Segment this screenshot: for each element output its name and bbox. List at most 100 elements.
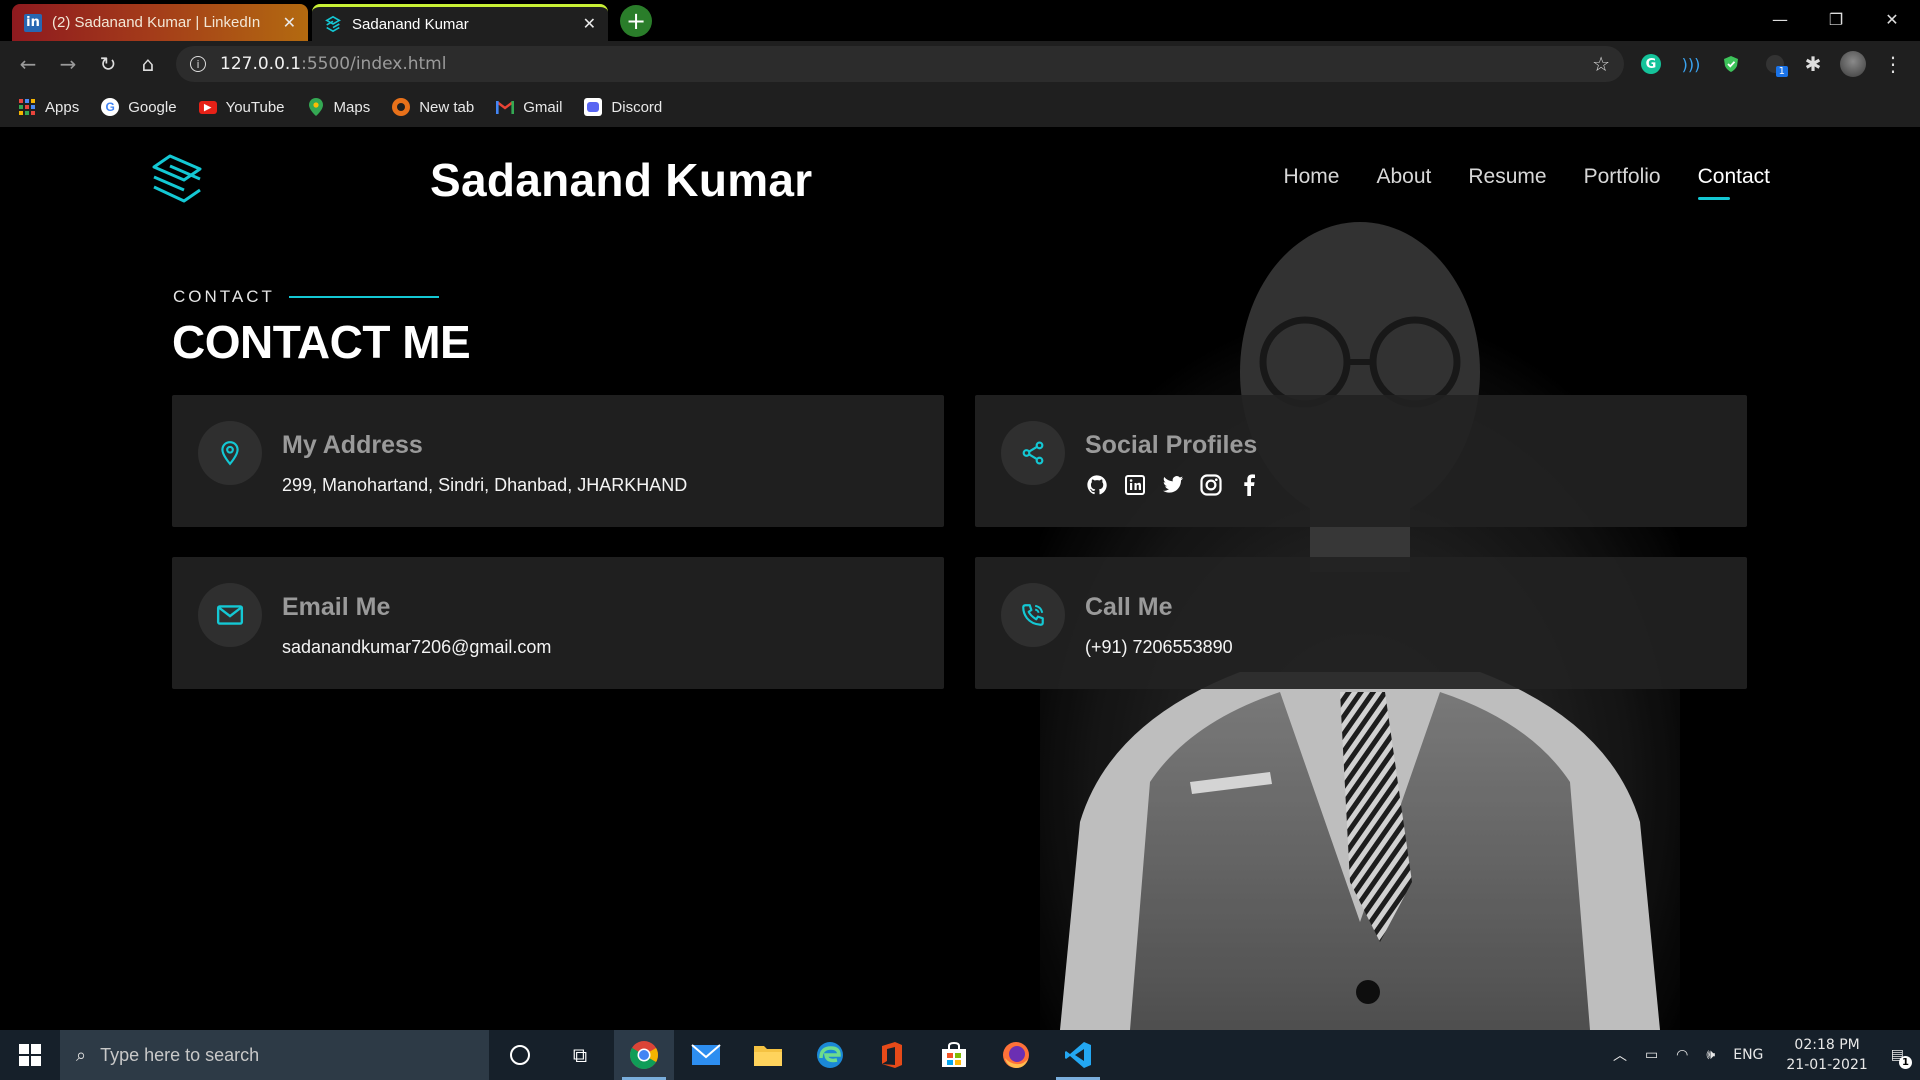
bookmark-label: YouTube	[225, 98, 285, 116]
clock[interactable]: 02:18 PM 21-01-2021	[1786, 1035, 1867, 1075]
main-nav: Home About Resume Portfolio Contact	[1283, 165, 1770, 200]
puzzle-icon[interactable]: ✱	[1800, 51, 1826, 77]
task-view-icon[interactable]: ⧉	[550, 1030, 610, 1080]
close-icon[interactable]: ✕	[283, 13, 296, 33]
menu-dots-icon[interactable]: ⋮	[1880, 51, 1906, 77]
volume-icon[interactable]: 🕪	[1706, 1047, 1715, 1063]
share-icon	[1022, 441, 1044, 465]
home-icon[interactable]: ⌂	[134, 50, 162, 78]
google-icon: G	[101, 98, 120, 116]
info-icon[interactable]: i	[190, 56, 206, 72]
email-text[interactable]: sadanandkumar7206@gmail.com	[282, 637, 551, 658]
chevron-up-icon[interactable]: ︿	[1613, 1045, 1627, 1065]
nav-portfolio[interactable]: Portfolio	[1584, 165, 1661, 189]
envelope-icon	[216, 605, 244, 625]
section-subtitle-text: CONTACT	[173, 287, 275, 306]
bookmark-new-tab[interactable]: New tab	[392, 98, 474, 116]
edge-icon[interactable]	[800, 1030, 860, 1080]
address-bar[interactable]: i 127.0.0.1:5500/index.html ☆	[176, 46, 1624, 82]
bookmark-apps[interactable]: Apps	[18, 98, 79, 116]
restore-icon[interactable]: ❐	[1808, 0, 1864, 38]
maps-icon	[307, 98, 325, 116]
cortana-icon[interactable]	[490, 1030, 550, 1080]
notification-icon[interactable]: ▤ 1	[1891, 1047, 1912, 1069]
extension-badge-icon[interactable]: 1	[1762, 51, 1788, 77]
windows-taskbar: ⌕ Type here to search ⧉ ︿ ▭ ◠ 🕪 ENG 02:1…	[0, 1030, 1920, 1080]
nav-home[interactable]: Home	[1283, 165, 1339, 189]
bookmark-google[interactable]: G Google	[101, 98, 177, 116]
search-icon: ⌕	[76, 1044, 87, 1066]
site-header: Sadanand Kumar Home About Resume Portfol…	[0, 127, 1920, 237]
bookmark-maps[interactable]: Maps	[307, 98, 371, 116]
tab-title: (2) Sadanand Kumar | LinkedIn	[52, 14, 261, 31]
wifi-icon[interactable]: ◠	[1676, 1047, 1688, 1063]
bookmark-label: Maps	[333, 98, 371, 116]
taskbar-search[interactable]: ⌕ Type here to search	[60, 1030, 489, 1080]
apps-grid-icon	[18, 98, 36, 116]
email-card: Email Me sadanandkumar7206@gmail.com	[172, 557, 944, 689]
file-explorer-icon[interactable]	[738, 1030, 798, 1080]
profile-avatar[interactable]	[1840, 51, 1866, 77]
minimize-icon[interactable]: —	[1752, 0, 1808, 38]
clock-date: 21-01-2021	[1786, 1057, 1868, 1073]
shield-icon[interactable]	[1718, 51, 1744, 77]
url-host: 127.0.0.1	[220, 54, 302, 74]
vscode-icon[interactable]	[1048, 1030, 1108, 1080]
forward-arrow-icon[interactable]: →	[54, 50, 82, 78]
card-title: My Address	[282, 431, 423, 459]
linkedin-icon: in	[24, 13, 42, 32]
tab-portfolio[interactable]: Sadanand Kumar ✕	[312, 4, 608, 41]
close-icon[interactable]: ✕	[583, 14, 596, 34]
phone-icon	[1022, 604, 1044, 626]
mail-icon[interactable]	[676, 1030, 736, 1080]
audio-extension-icon[interactable]: )))	[1678, 51, 1704, 77]
location-pin-icon	[221, 441, 239, 466]
card-title: Call Me	[1085, 593, 1173, 621]
new-tab-button[interactable]: +	[620, 5, 652, 37]
reload-icon[interactable]: ↻	[94, 50, 122, 78]
card-title: Email Me	[282, 593, 391, 621]
bookmark-youtube[interactable]: ▶ YouTube	[198, 98, 285, 116]
new-tab-icon	[392, 98, 411, 116]
firefox-icon[interactable]	[986, 1030, 1046, 1080]
back-arrow-icon[interactable]: ←	[14, 50, 42, 78]
linkedin-icon[interactable]	[1123, 473, 1147, 497]
bookmark-label: Gmail	[523, 98, 563, 116]
facebook-icon[interactable]	[1237, 473, 1261, 497]
instagram-icon[interactable]	[1199, 473, 1223, 497]
chrome-icon[interactable]	[614, 1030, 674, 1080]
site-logo-icon	[324, 15, 342, 33]
notification-count: 1	[1899, 1056, 1912, 1069]
portfolio-page: Sadanand Kumar Home About Resume Portfol…	[0, 127, 1920, 1030]
nav-contact[interactable]: Contact	[1697, 165, 1770, 200]
search-placeholder: Type here to search	[100, 1044, 260, 1065]
bookmark-label: Apps	[45, 98, 80, 116]
clock-time: 02:18 PM	[1794, 1037, 1860, 1053]
language-indicator[interactable]: ENG	[1733, 1047, 1763, 1063]
phone-text[interactable]: (+91) 7206553890	[1085, 637, 1233, 658]
close-window-icon[interactable]: ✕	[1864, 0, 1920, 38]
star-icon[interactable]: ☆	[1592, 52, 1610, 76]
address-text: 299, Manohartand, Sindri, Dhanbad, JHARK…	[282, 475, 688, 495]
bookmarks-bar: Apps G Google ▶ YouTube Maps New tab Gma…	[0, 87, 1920, 127]
social-links	[1085, 473, 1261, 497]
system-tray: ︿ ▭ ◠ 🕪 ENG 02:18 PM 21-01-2021 ▤ 1	[1604, 1030, 1920, 1080]
bookmark-discord[interactable]: Discord	[584, 98, 662, 116]
office-icon[interactable]	[862, 1030, 922, 1080]
battery-icon[interactable]: ▭	[1645, 1047, 1658, 1063]
store-icon[interactable]	[924, 1030, 984, 1080]
site-brand[interactable]: Sadanand Kumar	[430, 153, 813, 207]
github-icon[interactable]	[1085, 473, 1109, 497]
tab-title: Sadanand Kumar	[352, 15, 469, 33]
browser-toolbar: ← → ↻ ⌂ i 127.0.0.1:5500/index.html ☆ G …	[0, 41, 1920, 87]
nav-about[interactable]: About	[1376, 165, 1431, 189]
grammarly-icon[interactable]: G	[1638, 51, 1664, 77]
tab-linkedin[interactable]: in (2) Sadanand Kumar | LinkedIn ✕	[12, 4, 308, 41]
nav-resume[interactable]: Resume	[1468, 165, 1546, 189]
twitter-icon[interactable]	[1161, 473, 1185, 497]
site-logo-icon[interactable]	[148, 153, 206, 205]
windows-start-icon[interactable]	[0, 1030, 60, 1080]
bookmark-gmail[interactable]: Gmail	[496, 98, 562, 116]
window-controls: — ❐ ✕	[1752, 0, 1920, 38]
browser-tab-bar: in (2) Sadanand Kumar | LinkedIn ✕ Sadan…	[0, 0, 1920, 41]
